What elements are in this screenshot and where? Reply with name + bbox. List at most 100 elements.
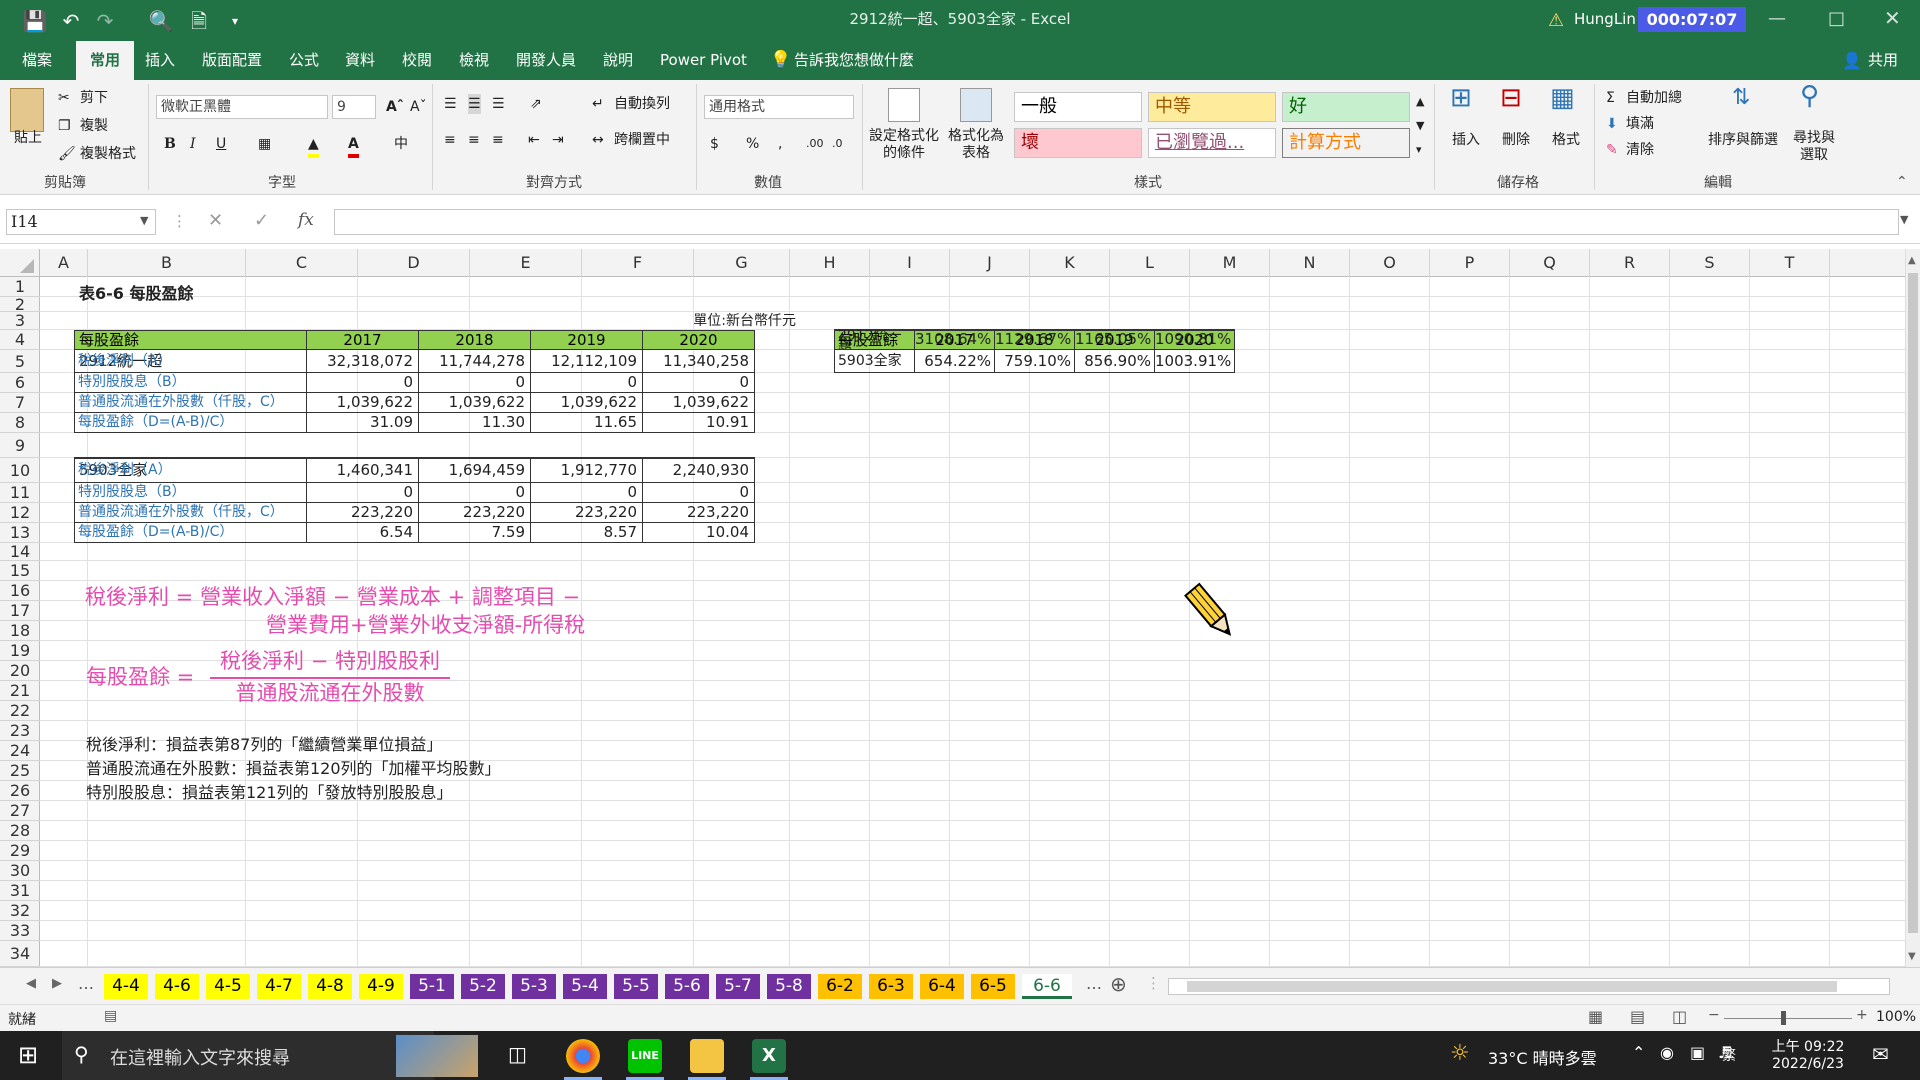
insert-cells-button[interactable]: 插入 — [1452, 130, 1480, 150]
paste-button[interactable]: 貼上 — [14, 128, 42, 148]
increase-decimal-icon[interactable]: .00 — [806, 134, 824, 154]
main-header-2017[interactable]: 2017 — [306, 330, 419, 350]
row-header-10[interactable]: 10 — [0, 458, 40, 483]
insert-function-button[interactable]: fx — [298, 210, 314, 230]
cut-button[interactable]: 剪下 — [80, 88, 108, 108]
clock-date[interactable]: 2022/6/23 — [1764, 1056, 1852, 1072]
company1-value-cell[interactable]: 0 — [418, 372, 531, 393]
company1-value-cell[interactable]: 1,039,622 — [306, 392, 419, 413]
format-cells-icon[interactable]: ▦ — [1550, 85, 1575, 111]
user-name[interactable]: HungLin — [1574, 10, 1636, 28]
tell-me-search[interactable]: 告訴我您想做什麼 — [788, 41, 920, 80]
company1-value-cell[interactable]: 1,039,622 — [418, 392, 531, 413]
number-format-combo[interactable]: 通用格式 — [704, 95, 854, 119]
phonetic-icon[interactable]: 中 — [394, 134, 408, 154]
style-followed-hyperlink[interactable]: 已瀏覽過... — [1148, 128, 1276, 158]
find-select-button[interactable]: 尋找與選取 — [1790, 130, 1838, 164]
tab-file[interactable]: 檔案 — [16, 41, 58, 80]
borders-icon[interactable]: ▦ — [258, 134, 271, 154]
sheet-tab-6-2[interactable]: 6-2 — [818, 974, 862, 999]
font-color-icon[interactable]: A — [348, 134, 359, 158]
sheet-tab-5-3[interactable]: 5-3 — [512, 974, 556, 999]
company1-value-cell[interactable]: 1,039,622 — [530, 392, 643, 413]
style-neutral[interactable]: 中等 — [1148, 92, 1276, 122]
horizontal-scrollbar[interactable] — [1168, 978, 1890, 995]
zoom-out-icon[interactable]: − — [1708, 1007, 1720, 1023]
row-header-18[interactable]: 18 — [0, 621, 40, 641]
name-box[interactable]: I14 — [6, 209, 156, 235]
column-header-b[interactable]: B — [88, 249, 246, 277]
note-1[interactable]: 稅後淨利：損益表第87列的「繼續營業單位損益」 — [86, 734, 442, 756]
tab-page-layout[interactable]: 版面配置 — [196, 41, 268, 80]
row-header-12[interactable]: 12 — [0, 503, 40, 523]
sort-filter-icon[interactable]: ⇅ — [1732, 87, 1750, 109]
weather-text[interactable]: 33°C 晴時多雲 — [1488, 1045, 1597, 1069]
cancel-entry-icon[interactable]: ✕ — [208, 210, 223, 231]
company1-value-cell[interactable]: 11.65 — [530, 412, 643, 433]
confirm-entry-icon[interactable]: ✓ — [254, 210, 269, 231]
company1-value-cell[interactable]: 31.09 — [306, 412, 419, 433]
worksheet-grid[interactable]: 表6-6 每股盈餘 單位:新台幣仟元 每股盈餘 2017 2018 2019 2… — [40, 277, 1905, 967]
line-app-icon[interactable]: LINE — [628, 1039, 662, 1073]
column-header-f[interactable]: F — [582, 249, 694, 277]
row-header-8[interactable]: 8 — [0, 413, 40, 433]
align-left-icon[interactable]: ≡ — [444, 130, 456, 150]
column-header-d[interactable]: D — [358, 249, 470, 277]
align-right-icon[interactable]: ≡ — [492, 130, 504, 150]
row-header-31[interactable]: 31 — [0, 881, 40, 901]
row-header-4[interactable]: 4 — [0, 330, 40, 350]
sheet-tab-4-8[interactable]: 4-8 — [308, 974, 352, 999]
row-header-11[interactable]: 11 — [0, 483, 40, 503]
align-top-icon[interactable]: ☰ — [444, 94, 457, 114]
italic-button[interactable]: I — [190, 134, 196, 154]
sheet-tab-4-7[interactable]: 4-7 — [257, 974, 301, 999]
autosum-icon[interactable]: Σ — [1606, 88, 1615, 108]
tab-view[interactable]: 檢視 — [453, 41, 495, 80]
column-header-i[interactable]: I — [870, 249, 950, 277]
tray-chevron-icon[interactable]: ⌃ — [1632, 1043, 1645, 1062]
column-header-m[interactable]: M — [1190, 249, 1270, 277]
row-header-25[interactable]: 25 — [0, 761, 40, 781]
next-sheet-icon[interactable]: ▶ — [52, 976, 62, 991]
growth-row-label[interactable]: 5903全家 — [834, 349, 915, 373]
company2-value-cell[interactable]: 223,220 — [306, 502, 419, 523]
main-header-2019[interactable]: 2019 — [530, 330, 643, 350]
increase-indent-icon[interactable]: ⇥ — [552, 130, 564, 150]
sheet-tab-5-5[interactable]: 5-5 — [614, 974, 658, 999]
growth-value-cell[interactable]: 1003.91% — [1154, 349, 1235, 373]
sheet-tab-4-6[interactable]: 4-6 — [155, 974, 199, 999]
row-header-21[interactable]: 21 — [0, 681, 40, 701]
company2-value-cell[interactable]: 1,912,770 — [530, 457, 643, 483]
close-icon[interactable]: ✕ — [1884, 6, 1901, 30]
page-break-view-icon[interactable]: ◫ — [1672, 1007, 1687, 1026]
fill-icon[interactable]: ⬇ — [1606, 114, 1618, 134]
unit-label[interactable]: 單位:新台幣仟元 — [646, 312, 796, 331]
company2-row-label[interactable]: 特別股股息（B） — [74, 482, 307, 503]
sheet-tab-4-4[interactable]: 4-4 — [104, 974, 148, 999]
wrap-text-button[interactable]: 自動換列 — [614, 94, 670, 114]
task-view-icon[interactable]: ◫ — [508, 1042, 527, 1066]
vertical-scrollbar[interactable]: ▲ ▼ — [1905, 249, 1920, 967]
company1-value-cell[interactable]: 1,039,622 — [642, 392, 755, 413]
conditional-format-icon[interactable] — [888, 88, 920, 122]
format-as-table-button[interactable]: 格式化為表格 — [944, 128, 1008, 162]
zoom-in-icon[interactable]: + — [1856, 1007, 1868, 1023]
minimize-icon[interactable]: — — [1768, 8, 1786, 29]
copy-icon[interactable]: ❐ — [58, 116, 71, 136]
undo-icon[interactable]: ↶ — [58, 8, 84, 34]
row-header-2[interactable]: 2 — [0, 297, 40, 313]
column-header-r[interactable]: R — [1590, 249, 1670, 277]
company2-value-cell[interactable]: 2,240,930 — [642, 457, 755, 483]
company1-row-label[interactable]: 稅後淨利（A） — [74, 349, 307, 373]
font-name-combo[interactable]: 微軟正黑體 — [156, 95, 328, 119]
column-header-q[interactable]: Q — [1510, 249, 1590, 277]
company2-value-cell[interactable]: 223,220 — [530, 502, 643, 523]
sheet-tab-5-1[interactable]: 5-1 — [410, 974, 454, 999]
styles-more-icon[interactable]: ▾ — [1416, 140, 1422, 160]
row-header-32[interactable]: 32 — [0, 901, 40, 921]
row-header-15[interactable]: 15 — [0, 561, 40, 581]
row-header-17[interactable]: 17 — [0, 601, 40, 621]
growth-value-cell[interactable]: 856.90% — [1074, 349, 1155, 373]
style-good[interactable]: 好 — [1282, 92, 1410, 122]
macro-record-icon[interactable]: ▤ — [104, 1008, 117, 1024]
